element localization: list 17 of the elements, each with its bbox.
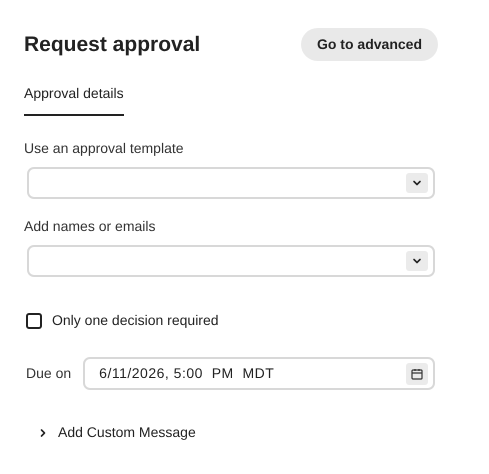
field-label: Add names or emails bbox=[24, 217, 157, 236]
chevron-right-icon bbox=[38, 428, 48, 438]
tab[interactable]: Approval details bbox=[24, 83, 124, 116]
chevron-down-icon bbox=[412, 178, 422, 188]
due-on-label: Due on bbox=[26, 364, 72, 383]
calendar-icon bbox=[411, 368, 423, 380]
go-to-advanced-button[interactable]: Go to advanced bbox=[300, 28, 438, 61]
date-field[interactable]: 6/11/2026, 5:00 PM MDT bbox=[83, 357, 435, 390]
dialog-title: Request approval bbox=[24, 32, 200, 58]
calendar-button[interactable] bbox=[406, 362, 428, 384]
dropdown-button[interactable] bbox=[406, 251, 428, 271]
field-label: Use an approval template bbox=[24, 139, 185, 158]
dropdown-button[interactable] bbox=[406, 173, 428, 193]
checkbox[interactable] bbox=[26, 312, 42, 328]
checkbox-label: Only one decision required bbox=[52, 311, 219, 330]
add-custom-message-toggle[interactable]: Add Custom Message bbox=[38, 422, 196, 443]
chevron-down-icon bbox=[412, 256, 422, 266]
